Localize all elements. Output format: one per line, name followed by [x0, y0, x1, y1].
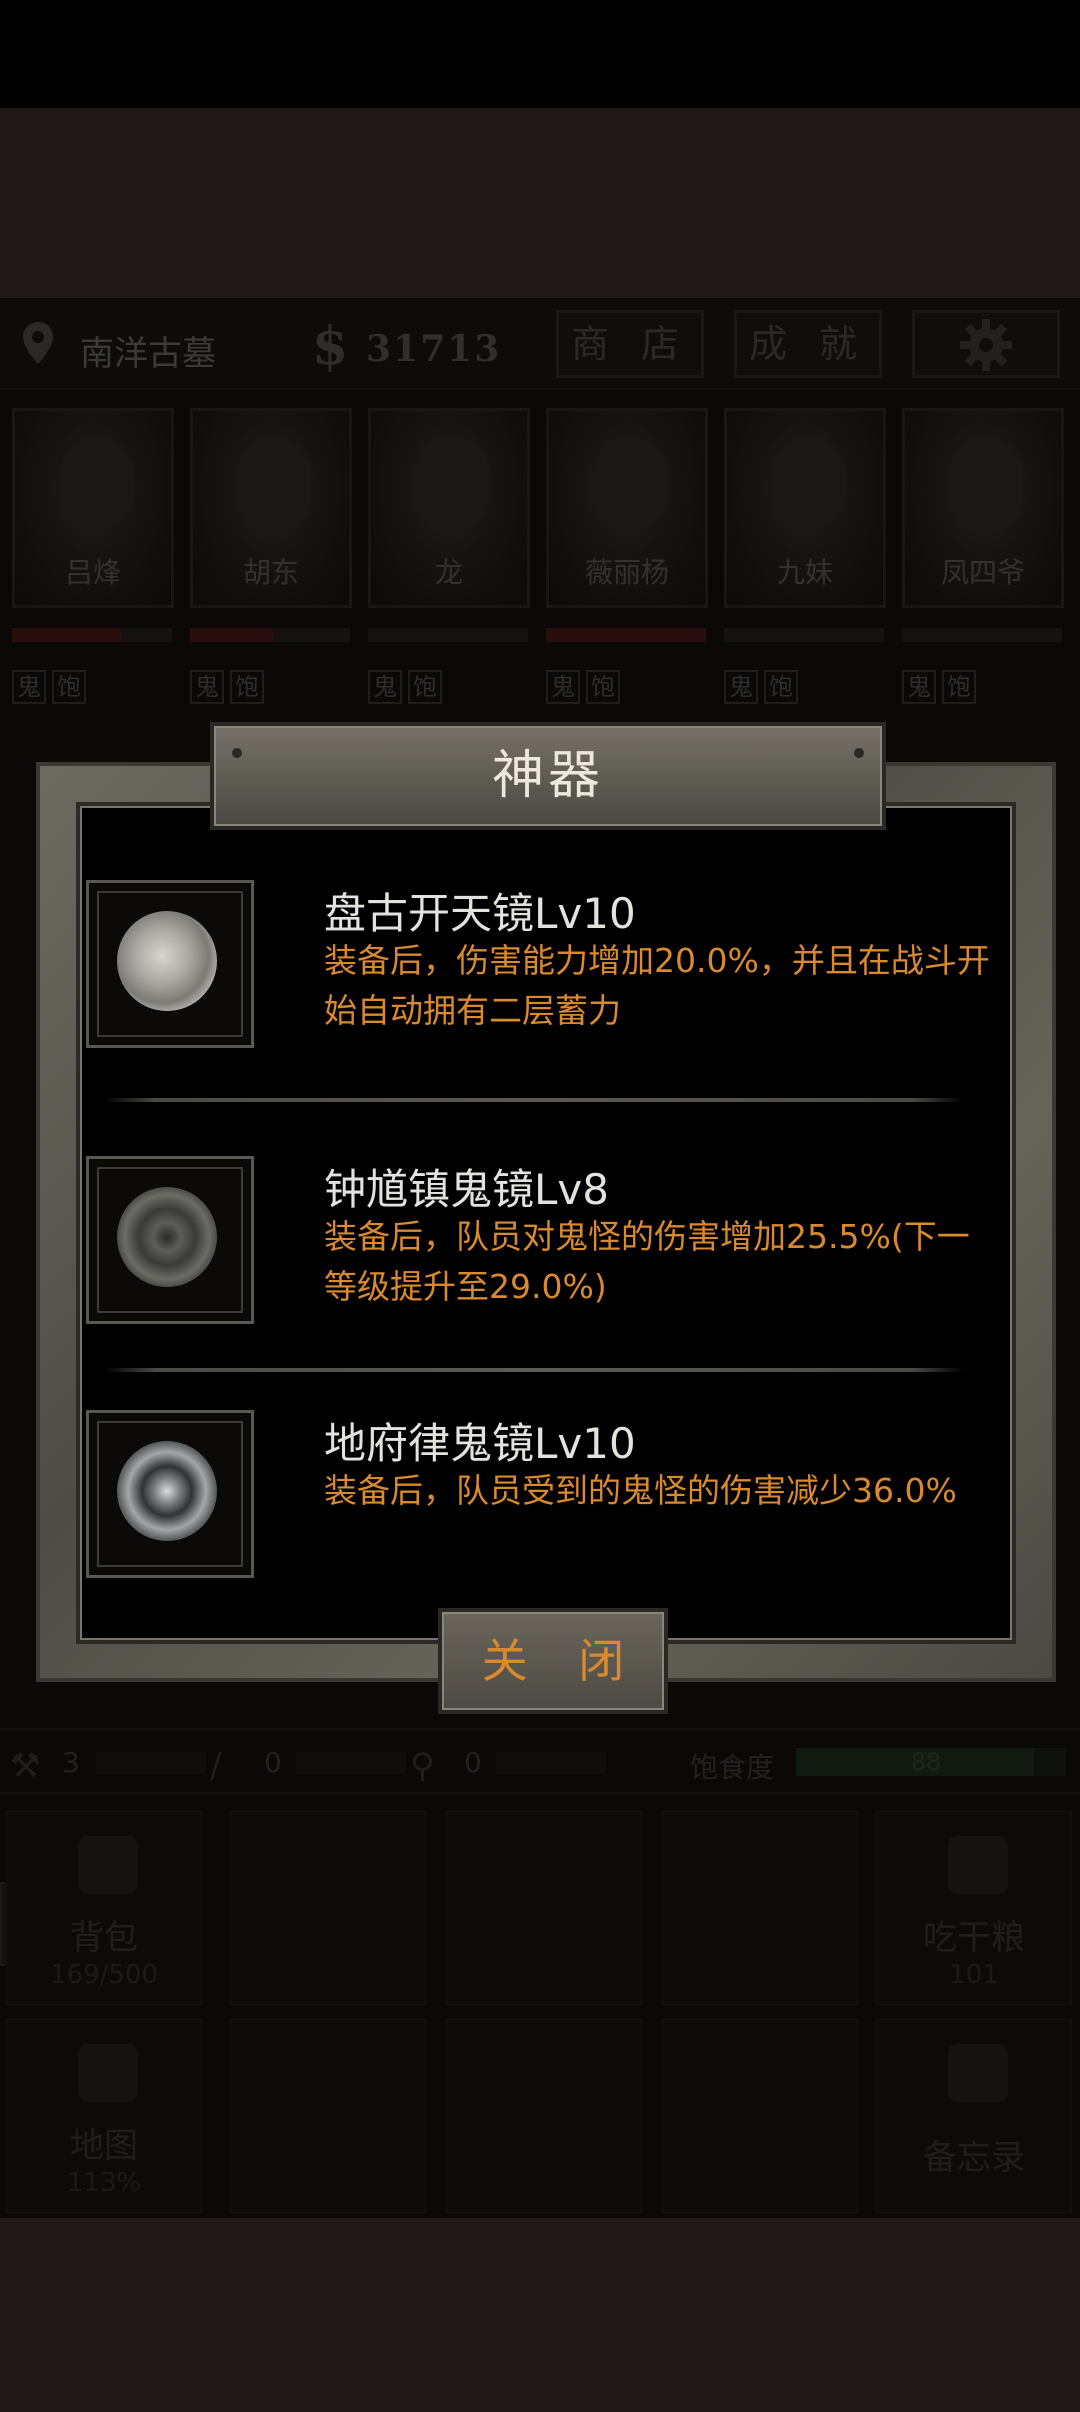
artifact-description: 装备后，伤害能力增加20.0%，并且在战斗开始自动拥有二层蓄力 — [324, 941, 990, 1030]
letterbox-bottom — [0, 2218, 1080, 2412]
artifact-name: 盘古开天镜Lv10 — [324, 889, 636, 938]
item-divider — [104, 1098, 964, 1102]
dialog-title: 神器 — [491, 746, 604, 806]
letterbox-top — [0, 108, 1080, 298]
dialog-title-plate: 神器 — [210, 722, 886, 830]
artifact-name: 地府律鬼镜Lv10 — [324, 1419, 636, 1468]
artifact-icon-frame — [86, 1410, 254, 1578]
close-button-label: 关 闭 — [481, 1634, 643, 1688]
bronze-mirror-icon — [117, 1187, 217, 1287]
artifact-icon-frame — [86, 1156, 254, 1324]
close-button[interactable]: 关 闭 — [438, 1608, 668, 1714]
artifact-icon-frame — [86, 880, 254, 1048]
bronze-mirror-icon — [117, 1441, 217, 1541]
system-status-bar — [0, 0, 1080, 108]
artifact-description: 装备后，队员对鬼怪的伤害增加25.5%(下一等级提升至29.0%) — [324, 1217, 970, 1306]
bronze-mirror-icon — [117, 911, 217, 1011]
item-divider — [104, 1368, 964, 1372]
artifact-description: 装备后，队员受到的鬼怪的伤害减少36.0% — [324, 1471, 957, 1510]
artifact-name: 钟馗镇鬼镜Lv8 — [324, 1165, 609, 1214]
